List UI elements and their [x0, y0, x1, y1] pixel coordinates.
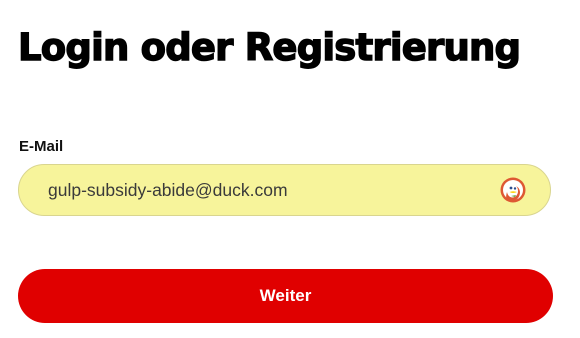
login-page: Login oder Registrierung E-Mail gulp-sub… [0, 0, 580, 338]
email-value: gulp-subsidy-abide@duck.com [48, 179, 288, 200]
page-title: Login oder Registrierung [17, 25, 521, 69]
duckduckgo-icon[interactable] [500, 177, 526, 203]
email-label: E-Mail [19, 138, 64, 155]
email-field[interactable]: gulp-subsidy-abide@duck.com [18, 164, 551, 216]
weiter-button[interactable]: Weiter [18, 269, 553, 323]
